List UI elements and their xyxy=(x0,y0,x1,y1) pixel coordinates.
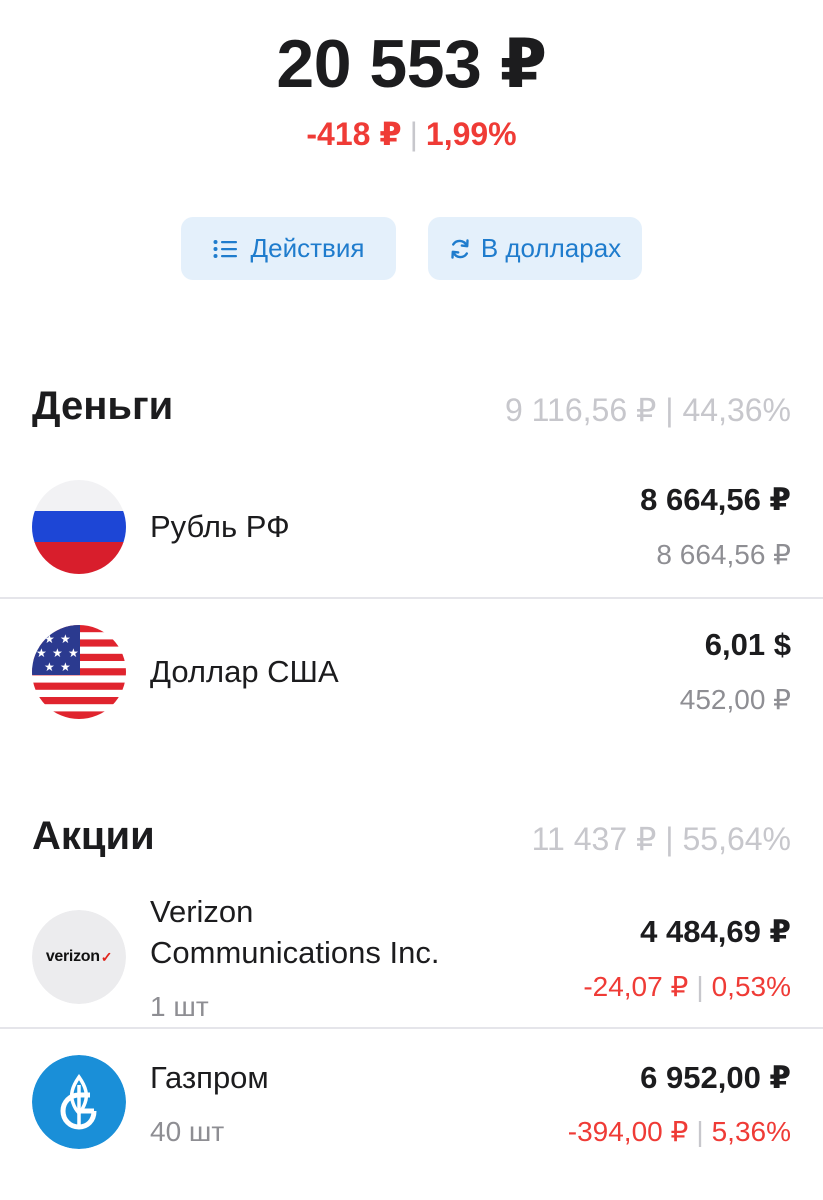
asset-change-pct: 0,53% xyxy=(711,971,791,1002)
portfolio-screen: 20 553 ₽ -418 ₽ | 1,99% Действия В доллара… xyxy=(0,0,823,1200)
verizon-logo-text: verizon xyxy=(45,948,100,965)
asset-quantity: 1 шт xyxy=(150,991,209,1022)
asset-name-line2: Communications Inc. xyxy=(150,935,440,970)
asset-name: Доллар США xyxy=(150,654,339,689)
asset-quantity: 40 шт xyxy=(150,1116,225,1147)
asset-rub-value: 452,00 ₽ xyxy=(679,684,791,715)
divider xyxy=(0,1027,823,1029)
svg-text:★: ★ xyxy=(60,660,71,674)
refresh-icon xyxy=(451,238,469,259)
section-title-money: Деньги xyxy=(32,384,174,428)
separator: | xyxy=(696,1116,704,1147)
asset-name-line1: Verizon xyxy=(150,894,254,929)
portfolio-change: -418 ₽ | 1,99% xyxy=(0,112,823,156)
svg-text:★: ★ xyxy=(36,646,47,660)
asset-name: Газпром xyxy=(150,1060,269,1095)
list-icon xyxy=(213,239,237,258)
change-abs: -418 ₽ xyxy=(306,116,402,152)
in-dollars-button-label: В долларах xyxy=(480,233,622,263)
asset-amount: 8 664,56 ₽ xyxy=(640,482,791,517)
asset-change-abs: -24,07 ₽ xyxy=(583,971,689,1002)
asset-amount: 6,01 $ xyxy=(704,627,791,662)
verizon-check-icon: ✓ xyxy=(100,948,113,965)
section-summary-stocks: 11 437 ₽ | 55,64% xyxy=(531,821,791,857)
separator: | xyxy=(409,116,418,152)
actions-button[interactable]: Действия xyxy=(181,217,396,280)
usa-flag-icon: ★ ★ ★ ★ ★ ★ ★ xyxy=(32,625,126,719)
svg-text:★: ★ xyxy=(44,632,55,646)
svg-text:★: ★ xyxy=(60,632,71,646)
asset-change: -24,07 ₽ | 0,53% xyxy=(583,968,791,1006)
verizon-logo: verizon ✓ xyxy=(32,910,126,1004)
asset-name: Рубль РФ xyxy=(150,509,290,544)
section-title-stocks: Акции xyxy=(32,814,155,858)
asset-rub-value: 8 664,56 ₽ xyxy=(656,539,791,570)
change-pct: 1,99% xyxy=(425,116,517,152)
in-dollars-button[interactable]: В долларах xyxy=(428,217,642,280)
actions-button-label: Действия xyxy=(250,233,365,263)
svg-text:★: ★ xyxy=(68,646,79,660)
section-summary-money: 9 116,56 ₽ | 44,36% xyxy=(504,392,791,428)
svg-text:★: ★ xyxy=(44,660,55,674)
asset-change-abs: -394,00 ₽ xyxy=(567,1116,689,1147)
svg-text:★: ★ xyxy=(52,646,63,660)
asset-amount: 4 484,69 ₽ xyxy=(640,914,791,949)
russia-flag-icon xyxy=(32,480,126,574)
portfolio-total: 20 553 ₽ xyxy=(276,26,547,102)
separator: | xyxy=(696,971,704,1002)
asset-amount: 6 952,00 ₽ xyxy=(640,1060,791,1095)
asset-change: -394,00 ₽ | 5,36% xyxy=(568,1113,791,1151)
divider xyxy=(0,597,823,599)
gazprom-logo xyxy=(32,1055,126,1149)
asset-change-pct: 5,36% xyxy=(711,1116,791,1147)
